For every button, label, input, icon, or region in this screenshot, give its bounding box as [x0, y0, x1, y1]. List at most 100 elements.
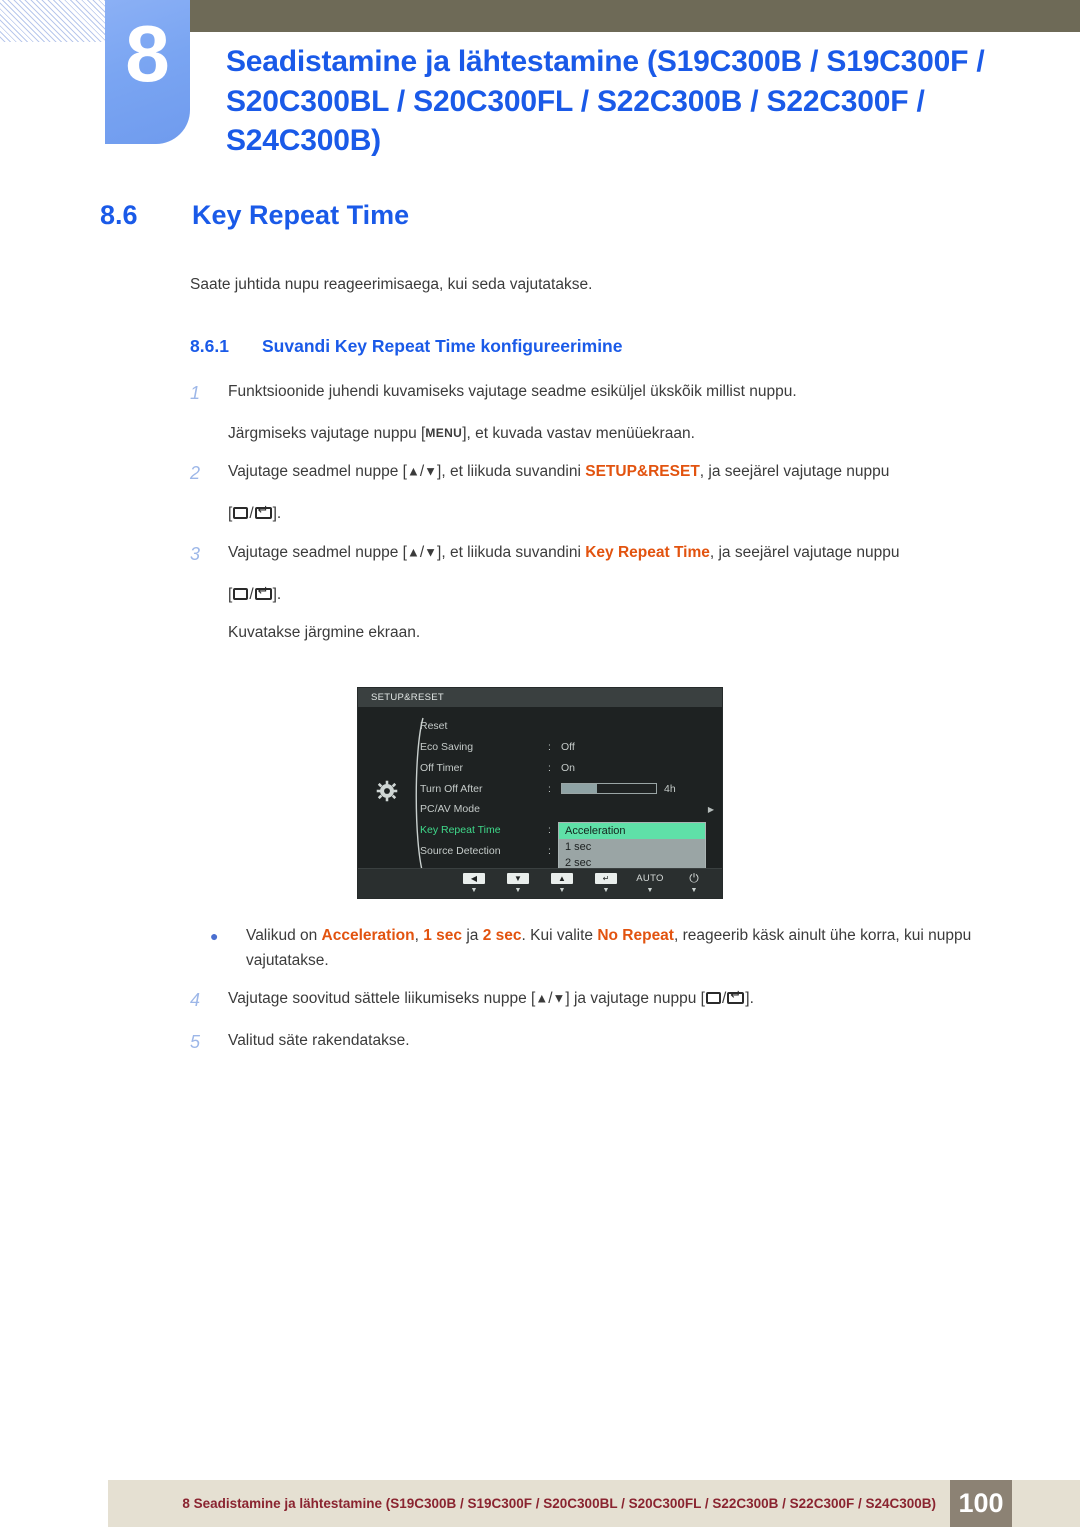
osd-menu-item[interactable]: Reset: [420, 716, 720, 737]
page-content: 8.6 Key Repeat Time Saate juhtida nupu r…: [0, 200, 1080, 1057]
step3-key-line: [/].: [228, 582, 1080, 607]
step-text: Vajutage soovitud sättele liikumiseks nu…: [228, 986, 1028, 1015]
osd-item-label: Reset: [420, 720, 448, 733]
step3-suffix: , ja seejärel vajutage nuppu: [709, 543, 900, 561]
step4-prefix: Vajutage soovitud sättele liikumiseks nu…: [228, 990, 536, 1008]
submenu-arrow-icon: ▶: [707, 804, 714, 814]
step-text: Vajutage seadmel nuppe [▲/▼], et liikuda…: [228, 540, 1028, 569]
bullet-option-1sec: 1 sec: [423, 926, 463, 944]
down-triangle-icon: ▼: [552, 990, 566, 1006]
osd-menu-item[interactable]: Off Timer : On: [420, 758, 720, 779]
step-text: Vajutage seadmel nuppe [▲/▼], et liikuda…: [228, 459, 1028, 488]
corner-hatch-decoration: [0, 0, 108, 42]
osd-item-value: 4h: [664, 782, 676, 795]
subsection-number: 8.6.1: [190, 336, 229, 356]
bullet-p3: ja: [462, 926, 483, 944]
bullet-item: ● Valikud on Acceleration, 1 sec ja 2 se…: [210, 923, 1080, 973]
gear-icon: [376, 780, 398, 802]
osd-button-power[interactable]: ⏻ ▼: [672, 870, 716, 894]
button-caret-icon: ▼: [514, 886, 522, 894]
up-triangle-icon: ▲: [406, 463, 420, 479]
step-number: 1: [190, 383, 201, 403]
osd-item-label: Source Detection: [420, 845, 501, 858]
bullet-option-norepeat: No Repeat: [597, 926, 674, 944]
section-intro-text: Saate juhtida nupu reageerimisaega, kui …: [190, 276, 593, 293]
osd-item-value: Off: [561, 741, 575, 754]
step-item: 2 Vajutage seadmel nuppe [▲/▼], et liiku…: [190, 459, 1080, 488]
step-text: Funktsioonide juhendi kuvamiseks vajutag…: [228, 383, 797, 400]
chapter-title: Seadistamine ja lähtestamine (S19C300B /…: [226, 45, 985, 158]
step-list: 1 Funktsioonide juhendi kuvamiseks vajut…: [0, 379, 1080, 1057]
page-footer: 8 Seadistamine ja lähtestamine (S19C300B…: [108, 1480, 1080, 1527]
button-caret-icon: ▼: [602, 886, 610, 894]
button-caret-icon: ▼: [558, 886, 566, 894]
osd-item-colon: :: [548, 782, 551, 795]
bullet-p1: Valikud on: [246, 926, 322, 944]
down-triangle-icon: ▼: [424, 463, 438, 479]
subsection-heading: 8.6.1 Suvandi Key Repeat Time konfiguree…: [190, 336, 1080, 357]
header-olive-bar: [190, 0, 1080, 32]
step4-mid: ] ja vajutage nuppu [: [565, 990, 705, 1008]
dropdown-option-1sec[interactable]: 1 sec: [559, 839, 705, 855]
bullet-text: Valikud on Acceleration, 1 sec ja 2 sec.…: [246, 923, 1046, 973]
osd-item-label: PC/AV Mode: [420, 803, 480, 816]
section-number: 8.6: [100, 200, 138, 230]
enter-arrow-icon: ↵: [595, 872, 617, 884]
step-item: 1 Funktsioonide juhendi kuvamiseks vajut…: [190, 379, 1080, 408]
osd-button-down[interactable]: ▼ ▼: [496, 872, 540, 894]
osd-button-auto[interactable]: AUTO ▼: [628, 873, 672, 894]
down-triangle-icon: ▼: [507, 872, 529, 884]
osd-item-label: Off Timer: [420, 761, 463, 774]
osd-item-colon: :: [548, 761, 551, 774]
enter-button-icon: [727, 988, 745, 1005]
osd-menu: SETUP&RESET Reset Eco Saving: Off Off T…: [357, 686, 723, 899]
step3-prefix: Vajutage seadmel nuppe [: [228, 543, 407, 561]
enter-button-icon: [254, 503, 272, 520]
source-button-icon: [705, 992, 721, 1005]
step3-highlight: Key Repeat Time: [585, 543, 710, 561]
button-caret-icon: ▼: [646, 886, 654, 894]
page-number: 100: [950, 1480, 1012, 1527]
step-number: 3: [190, 543, 201, 564]
auto-label: AUTO: [636, 872, 664, 884]
bullet-p2: ,: [414, 926, 424, 944]
chapter-number-tab: 8: [105, 0, 190, 144]
step-number: 2: [190, 463, 201, 484]
osd-button-left[interactable]: ◀ ▼: [452, 872, 496, 894]
left-triangle-icon: ◀: [463, 872, 485, 884]
osd-item-label: Eco Saving: [420, 741, 474, 754]
source-button-icon: [233, 587, 249, 600]
step1-note-suffix: ], et kuvada vastav menüüekraan.: [462, 425, 695, 443]
osd-title-bar: SETUP&RESET: [358, 687, 722, 707]
step3-note: Kuvatakse järgmine ekraan.: [228, 623, 421, 641]
osd-item-label: Turn Off After: [420, 782, 483, 795]
power-icon: ⏻: [689, 870, 699, 885]
osd-screenshot-wrapper: SETUP&RESET Reset Eco Saving: Off Off T…: [0, 686, 1080, 899]
osd-menu-item[interactable]: Eco Saving : Off: [420, 737, 720, 758]
enter-button-icon: [254, 584, 272, 600]
bullet-option-2sec: 2 sec: [482, 926, 522, 944]
section-heading: 8.6 Key Repeat Time: [100, 200, 1080, 231]
dropdown-option-acceleration[interactable]: Acceleration: [559, 822, 705, 839]
step2-highlight: SETUP&RESET: [585, 463, 700, 481]
osd-item-label: Key Repeat Time: [420, 824, 501, 837]
source-button-icon: [233, 507, 249, 520]
bullet-dot-icon: ●: [210, 927, 219, 944]
osd-menu-item[interactable]: PC/AV Mode ▶: [420, 799, 720, 820]
osd-menu-item[interactable]: Turn Off After : 4h: [420, 778, 720, 799]
osd-button-up[interactable]: ▲ ▼: [540, 872, 584, 894]
osd-button-enter[interactable]: ↵ ▼: [584, 872, 628, 894]
step2-suffix: , ja seejärel vajutage nuppu: [699, 463, 890, 481]
step2-key-line: [/].: [228, 501, 1080, 526]
turn-off-after-slider[interactable]: [561, 783, 657, 795]
step-item: 5 Valitud säte rakendatakse.: [190, 1028, 1080, 1057]
chapter-number: 8: [125, 9, 170, 98]
button-caret-icon: ▼: [470, 886, 478, 894]
step3-mid: ], et liikuda suvandini: [437, 543, 586, 561]
osd-item-colon: :: [548, 741, 551, 754]
step-text: Valitud säte rakendatakse.: [228, 1032, 410, 1050]
step-number: 4: [190, 990, 201, 1011]
down-triangle-icon: ▼: [424, 544, 438, 560]
step2-prefix: Vajutage seadmel nuppe [: [228, 463, 407, 481]
up-triangle-icon: ▲: [551, 872, 573, 884]
